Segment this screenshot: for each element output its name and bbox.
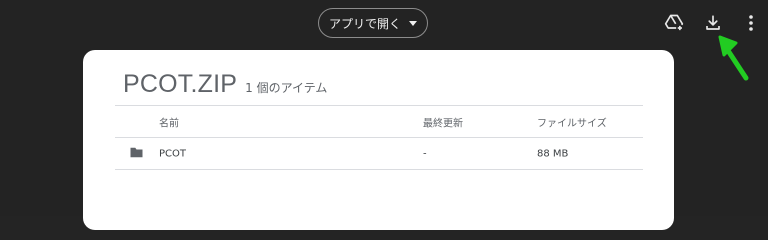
more-vert-icon[interactable] bbox=[740, 12, 762, 34]
table-header-row: 名前 最終更新 ファイルサイズ bbox=[115, 105, 643, 137]
archive-header: PCOT.ZIP 1 個のアイテム bbox=[123, 70, 327, 99]
open-with-label: アプリで開く bbox=[328, 16, 401, 31]
table-row[interactable]: PCOT - 88 MB bbox=[115, 137, 643, 170]
download-icon[interactable] bbox=[702, 12, 724, 34]
column-header-size[interactable]: ファイルサイズ bbox=[537, 114, 607, 129]
column-header-name[interactable]: 名前 bbox=[159, 114, 179, 129]
column-header-modified[interactable]: 最終更新 bbox=[423, 114, 463, 129]
item-count: 1 個のアイテム bbox=[245, 81, 328, 95]
annotation-arrow-icon bbox=[718, 35, 749, 81]
open-with-button[interactable]: アプリで開く bbox=[318, 8, 428, 38]
row-size: 88 MB bbox=[537, 148, 569, 159]
folder-icon bbox=[129, 146, 144, 161]
archive-title: PCOT.ZIP bbox=[123, 70, 238, 98]
row-modified: - bbox=[423, 148, 427, 159]
row-name: PCOT bbox=[159, 148, 186, 159]
chevron-down-icon bbox=[409, 21, 417, 26]
archive-table: 名前 最終更新 ファイルサイズ PCOT - 88 MB bbox=[115, 105, 643, 170]
viewer-stage: アプリで開く PCOT.ZIP 1 個のアイテム 名前 最終更新 ファイルサイズ… bbox=[0, 0, 768, 230]
add-to-drive-icon[interactable] bbox=[663, 12, 685, 34]
archive-card: PCOT.ZIP 1 個のアイテム 名前 最終更新 ファイルサイズ PCOT -… bbox=[83, 50, 674, 230]
